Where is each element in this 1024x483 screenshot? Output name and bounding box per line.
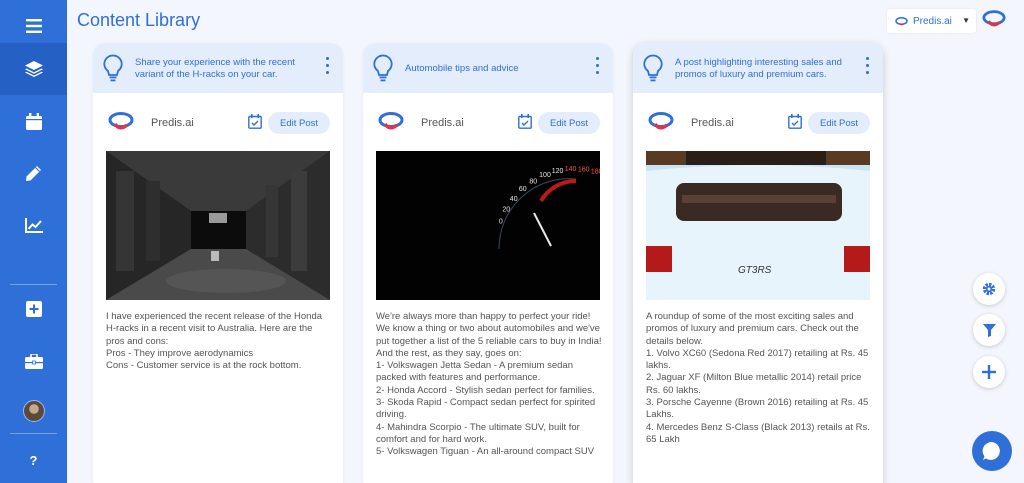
lightbulb-icon (643, 54, 663, 82)
predis-logo-icon (895, 16, 908, 25)
schedule-calendar-icon[interactable] (788, 114, 802, 129)
speedometer-tick-label: 0 (499, 219, 503, 226)
sidebar-item-profile[interactable] (0, 385, 67, 437)
brand-logo-icon (378, 112, 404, 130)
more-options-icon[interactable] (324, 57, 330, 79)
sidebar-item-analytics[interactable] (0, 199, 67, 251)
post-idea-header: Share your experience with the recent va… (93, 43, 343, 93)
speedometer-tick-label: 140 (565, 166, 577, 173)
add-square-icon (25, 301, 42, 317)
chart-icon (24, 217, 43, 233)
dark-garage-photo (106, 151, 330, 300)
schedule-calendar-icon[interactable] (248, 114, 262, 129)
sidebar-item-content-library[interactable] (0, 43, 67, 95)
post-idea-header: A post highlighting interesting sales an… (633, 43, 883, 93)
brand-logo-icon (648, 112, 674, 130)
sidebar: ? (0, 0, 67, 483)
add-post-button[interactable] (973, 356, 1005, 388)
brand-logo-icon (108, 112, 134, 130)
pencil-icon (26, 165, 41, 181)
filter-icon (982, 323, 996, 337)
page-title: Content Library (77, 10, 201, 30)
schedule-calendar-icon[interactable] (518, 114, 532, 129)
gt3rs-badge: GT3RS (738, 265, 772, 276)
post-caption: A roundup of some of the most exciting s… (646, 311, 870, 445)
layers-icon (24, 61, 43, 77)
lightbulb-icon (103, 54, 123, 82)
speedometer-tick-label: 160 (578, 166, 590, 173)
avatar (22, 400, 45, 422)
porsche-rear-photo: GT3RS (646, 151, 870, 300)
post-idea-text: A post highlighting interesting sales an… (675, 57, 842, 80)
post-image: GT3RS (646, 151, 870, 300)
speedometer-tick-label: 120 (552, 168, 564, 175)
sidebar-item-brands[interactable] (0, 335, 67, 387)
speedometer-tick-label: 20 (502, 207, 510, 214)
sidebar-item-add[interactable] (0, 283, 67, 335)
post-image: 0 20406080100120140160180 (376, 151, 600, 300)
help-button[interactable]: ? (0, 434, 67, 483)
more-options-icon[interactable] (594, 57, 600, 79)
speedometer-photo: 0 20406080100120140160180 (376, 151, 600, 300)
sidebar-item-create[interactable] (0, 147, 67, 199)
chat-button[interactable] (972, 431, 1012, 471)
post-idea-text: Share your experience with the recent va… (135, 57, 296, 80)
speedometer-tick-label: 80 (529, 178, 537, 185)
brand-name: Predis.ai (421, 117, 464, 129)
chevron-down-icon: ▼ (962, 16, 970, 25)
gear-icon (982, 282, 996, 296)
post-idea-text: Automobile tips and advice (405, 63, 519, 74)
brand-select[interactable]: Predis.ai ▼ (887, 9, 976, 33)
post-caption: We're always more than happy to perfect … (376, 311, 602, 458)
sidebar-item-calendar[interactable] (0, 95, 67, 147)
post-card: A post highlighting interesting sales an… (633, 43, 883, 483)
help-icon: ? (29, 452, 38, 468)
brand-name: Predis.ai (151, 117, 194, 129)
settings-button[interactable] (973, 273, 1005, 305)
speedometer-tick-label: 60 (519, 186, 527, 193)
post-card: Automobile tips and advice Predis.ai Edi… (363, 43, 613, 483)
predis-logo-icon (982, 10, 1006, 34)
plus-icon (982, 365, 996, 379)
edit-post-button[interactable]: Edit Post (268, 112, 330, 134)
speedometer-tick-label: 180 (591, 169, 600, 176)
calendar-icon (25, 112, 42, 130)
filter-button[interactable] (973, 314, 1005, 346)
brand-select-value: Predis.ai (913, 15, 952, 27)
brand-name: Predis.ai (691, 117, 734, 129)
post-card: Share your experience with the recent va… (93, 43, 343, 483)
lightbulb-icon (373, 54, 393, 82)
edit-post-button[interactable]: Edit Post (808, 112, 870, 134)
speedometer-tick-label: 100 (539, 172, 551, 179)
more-options-icon[interactable] (864, 57, 870, 79)
chat-icon (982, 441, 1000, 460)
post-caption: I have experienced the recent release of… (106, 311, 323, 372)
briefcase-icon (24, 353, 43, 369)
menu-icon (25, 19, 42, 33)
post-idea-header: Automobile tips and advice (363, 43, 613, 93)
post-image (106, 151, 330, 300)
speedometer-tick-label: 40 (510, 196, 518, 203)
edit-post-button[interactable]: Edit Post (538, 112, 600, 134)
